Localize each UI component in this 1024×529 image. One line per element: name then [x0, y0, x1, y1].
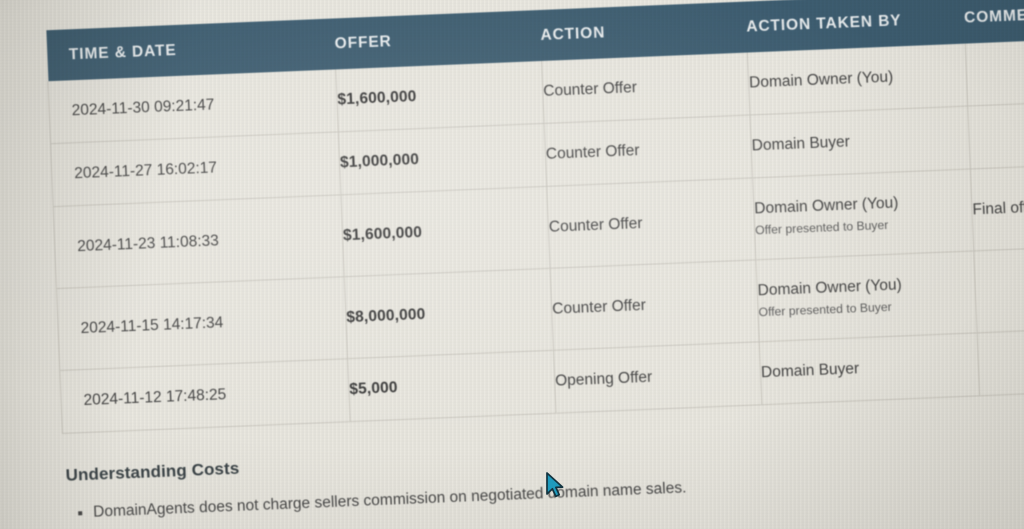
action-taken-by-name: Domain Owner (You) [748, 68, 894, 92]
action-taken-by-name: Domain Buyer [751, 133, 851, 155]
cell-action-taken-by: Domain Owner (You) Offer presented to Bu… [752, 168, 974, 260]
comment-text: Final offer [972, 198, 1024, 218]
cell-action-taken-by: Domain Owner (You) Offer presented to Bu… [755, 250, 978, 342]
cell-offer: $1,600,000 [335, 60, 545, 132]
table-body: 2024-11-30 09:21:47 $1,600,000 Counter O… [47, 37, 1024, 434]
cell-comment [965, 37, 1024, 107]
monitor-screen: TIME & DATE OFFER ACTION ACTION TAKEN BY… [0, 0, 1024, 529]
cell-action: Counter Offer [544, 114, 753, 187]
cell-time-date: 2024-11-27 16:02:17 [50, 131, 341, 207]
column-header-comment[interactable]: COMME [963, 0, 1024, 44]
cell-action: Counter Offer [546, 177, 756, 269]
cell-action-taken-by: Domain Owner (You) [747, 43, 968, 115]
cell-action-taken-by: Domain Buyer [749, 106, 971, 178]
cell-offer: $1,600,000 [340, 186, 551, 277]
column-header-action[interactable]: ACTION [539, 1, 748, 61]
cell-time-date: 2024-11-15 14:17:34 [56, 276, 348, 371]
cell-action: Opening Offer [553, 341, 762, 414]
offer-history-page: TIME & DATE OFFER ACTION ACTION TAKEN BY… [45, 0, 1024, 526]
screen-photo: TIME & DATE OFFER ACTION ACTION TAKEN BY… [0, 0, 1024, 529]
offer-amount: $8,000,000 [346, 305, 426, 326]
cell-offer: $5,000 [347, 350, 557, 422]
action-taken-by-name: Domain Owner (You) [757, 276, 903, 300]
cell-comment [973, 244, 1024, 333]
action-taken-by-note: Offer presented to Buyer [758, 299, 892, 320]
cell-offer: $8,000,000 [344, 268, 554, 359]
cell-comment [977, 326, 1024, 396]
action-taken-by-name: Domain Buyer [760, 360, 860, 382]
offer-amount: $1,600,000 [342, 223, 423, 244]
browser-content: TIME & DATE OFFER ACTION ACTION TAKEN BY… [0, 0, 1024, 529]
offer-amount: $5,000 [349, 379, 398, 399]
column-header-offer[interactable]: OFFER [333, 10, 542, 70]
action-taken-by-note: Offer presented to Buyer [754, 217, 889, 238]
offer-amount: $1,000,000 [339, 151, 420, 172]
action-taken-by-name: Domain Owner (You) [753, 194, 899, 218]
cell-action: Counter Offer [541, 52, 750, 124]
cell-offer: $1,000,000 [338, 123, 547, 195]
offer-history-table: TIME & DATE OFFER ACTION ACTION TAKEN BY… [45, 0, 1024, 434]
cell-time-date: 2024-11-12 17:48:25 [59, 358, 351, 434]
offer-amount: $1,600,000 [337, 88, 417, 109]
cell-comment: Final offer [970, 162, 1024, 251]
cell-time-date: 2024-11-23 11:08:33 [53, 194, 345, 289]
cell-action: Counter Offer [550, 259, 760, 351]
cell-action-taken-by: Domain Buyer [759, 332, 980, 405]
cell-time-date: 2024-11-30 09:21:47 [47, 69, 339, 144]
cell-comment [967, 99, 1024, 169]
